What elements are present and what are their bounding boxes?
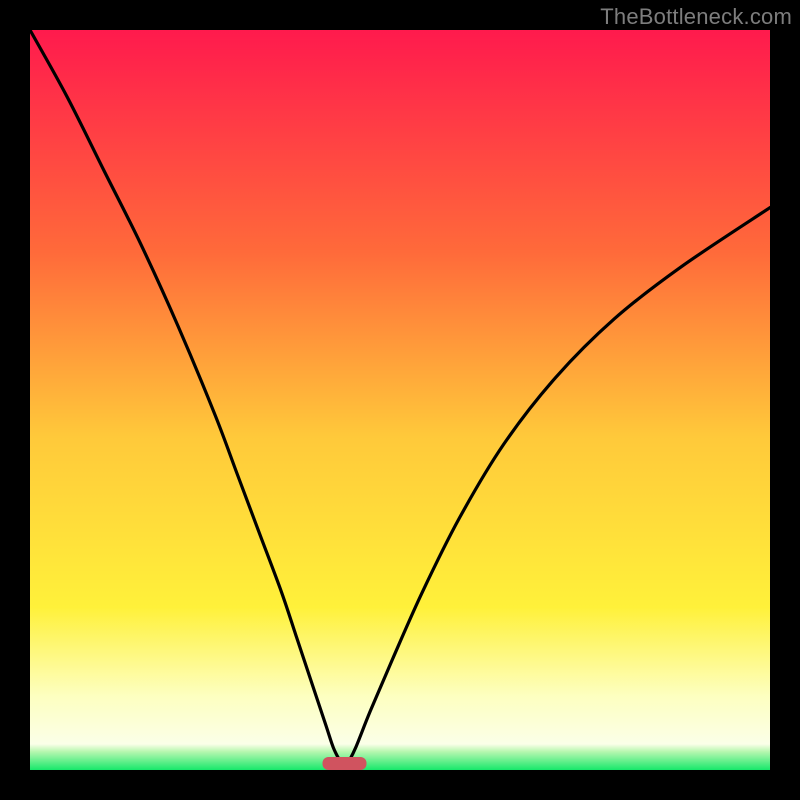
bottleneck-curve bbox=[30, 30, 770, 770]
plot-area bbox=[30, 30, 770, 770]
chart-frame: TheBottleneck.com bbox=[0, 0, 800, 800]
watermark-text: TheBottleneck.com bbox=[600, 4, 792, 30]
curve-layer bbox=[30, 30, 770, 770]
min-marker bbox=[323, 757, 367, 770]
